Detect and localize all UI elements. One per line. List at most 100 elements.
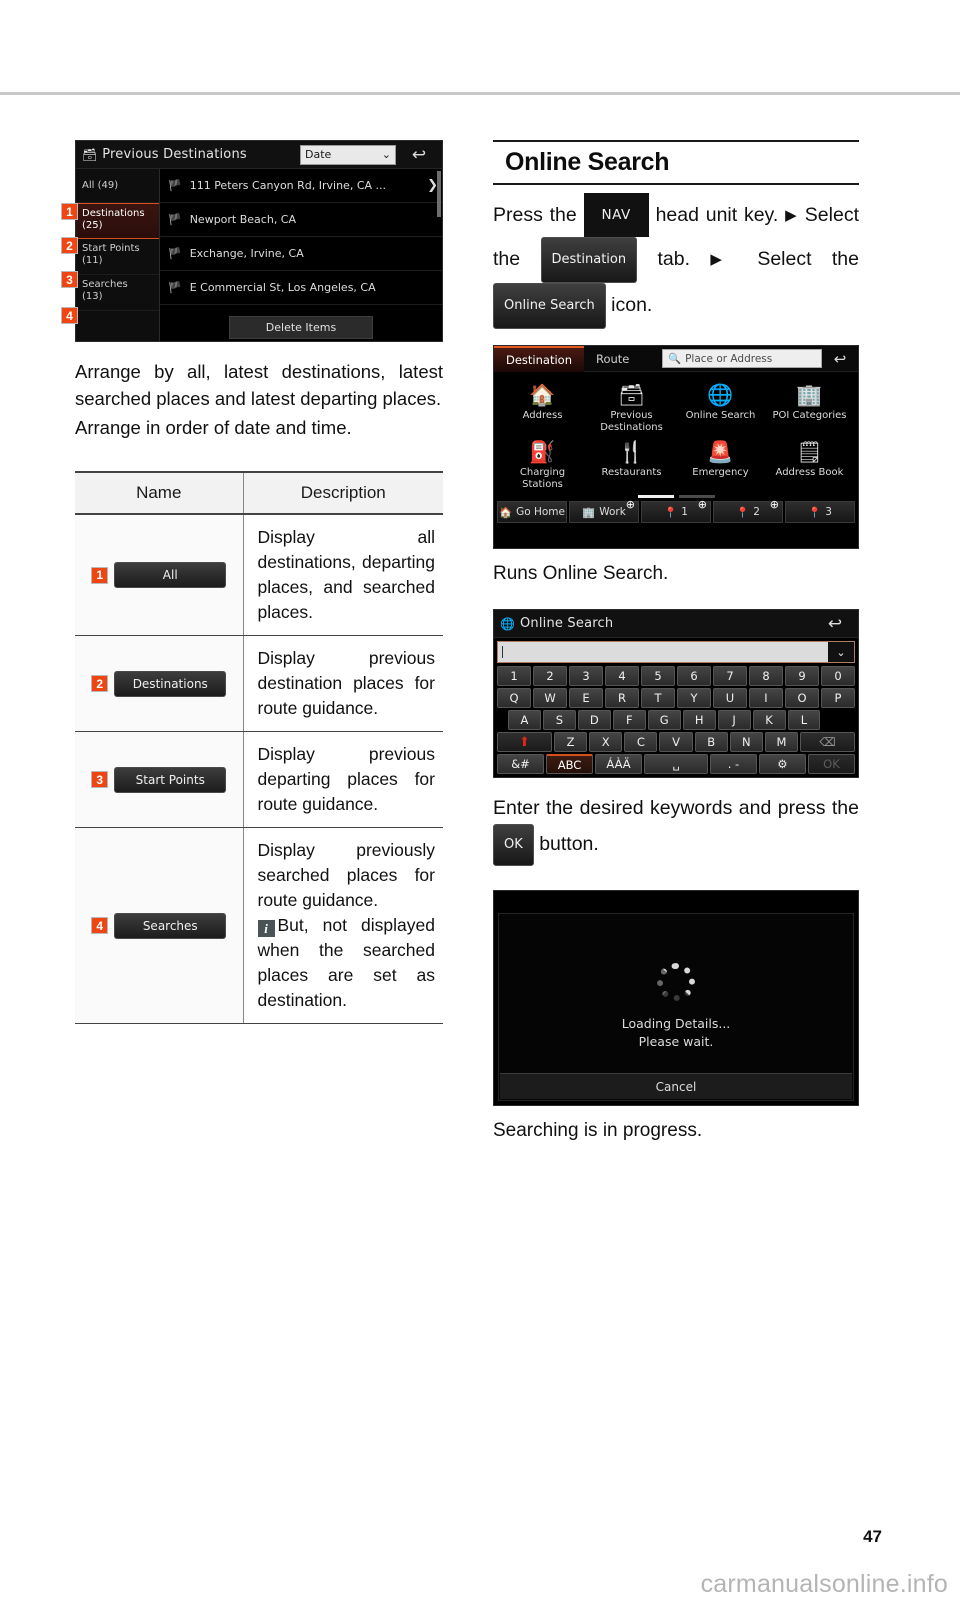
key-9[interactable]: 9 xyxy=(785,666,819,686)
all-button[interactable]: All xyxy=(114,562,227,588)
sidebar-item-searches-label: Searches xyxy=(82,279,128,290)
key-3[interactable]: 3 xyxy=(569,666,603,686)
key-w[interactable]: W xyxy=(533,688,567,708)
shortcut-2[interactable]: 📍 2 ⊕ xyxy=(713,498,783,523)
destination-tab-key[interactable]: Destination xyxy=(540,237,638,283)
key-f[interactable]: F xyxy=(612,710,646,730)
loading-screen: Loading Details... Please wait. Cancel xyxy=(493,890,859,1106)
key-x[interactable]: X xyxy=(589,732,623,752)
key-d[interactable]: D xyxy=(577,710,611,730)
key-accents[interactable]: ÁÀÄ xyxy=(595,754,643,774)
searches-button[interactable]: Searches xyxy=(114,912,227,939)
list-item[interactable]: 🏴 Exchange, Irvine, CA xyxy=(160,237,442,271)
key-s[interactable]: S xyxy=(542,710,576,730)
key-n[interactable]: N xyxy=(729,732,763,752)
menu-item-poi-categories[interactable]: 🏢 POI Categories xyxy=(765,378,854,435)
sort-select[interactable]: Date ⌄ xyxy=(300,144,396,165)
list-item[interactable]: 🏴 111 Peters Canyon Rd, Irvine, CA ... ❯ xyxy=(160,169,442,203)
key-p[interactable]: P xyxy=(821,688,855,708)
key-g[interactable]: G xyxy=(647,710,681,730)
menu-item-emergency[interactable]: 🚨 Emergency xyxy=(676,435,765,492)
back-button[interactable]: ↩ xyxy=(822,350,858,368)
delete-items-button[interactable]: Delete Items xyxy=(160,313,442,341)
table-cell-name: 2 Destinations xyxy=(75,635,244,732)
key-2[interactable]: 2 xyxy=(533,666,567,686)
key-z[interactable]: Z xyxy=(553,732,588,752)
add-icon[interactable]: ⊕ xyxy=(770,498,779,511)
key-k[interactable]: K xyxy=(752,710,786,730)
ok-button[interactable]: OK xyxy=(493,824,534,866)
gear-icon[interactable]: ⚙ xyxy=(758,754,806,774)
key-5[interactable]: 5 xyxy=(641,666,675,686)
online-search-key[interactable]: Online Search xyxy=(493,283,606,329)
tab-route[interactable]: Route xyxy=(584,346,641,372)
key-a[interactable]: A xyxy=(508,710,541,730)
key-0[interactable]: 0 xyxy=(821,666,855,686)
key-m[interactable]: M xyxy=(764,732,799,752)
search-text-input[interactable]: ⌄ xyxy=(497,641,855,663)
key-punctuation[interactable]: . - xyxy=(709,754,757,774)
cancel-button[interactable]: Cancel xyxy=(500,1073,852,1099)
add-icon[interactable]: ⊕ xyxy=(698,498,707,511)
shortcut-1[interactable]: 📍 1 ⊕ xyxy=(641,498,711,523)
key-e[interactable]: E xyxy=(569,688,603,708)
key-abc[interactable]: ABC xyxy=(546,754,594,774)
key-t[interactable]: T xyxy=(641,688,675,708)
key-h[interactable]: H xyxy=(682,710,716,730)
back-button[interactable]: ↩ xyxy=(818,612,852,636)
sidebar-item-start-points[interactable]: Start Points (11) xyxy=(76,239,159,275)
key-o[interactable]: O xyxy=(785,688,819,708)
key-c[interactable]: C xyxy=(624,732,658,752)
menu-item-poi-categories-label: POI Categories xyxy=(772,410,847,421)
shift-up-arrow-icon[interactable]: ⬆ xyxy=(497,732,552,752)
shortcut-go-home[interactable]: 🏠 Go Home xyxy=(497,501,567,523)
menu-item-charging-stations[interactable]: ⛽ Charging Stations xyxy=(498,435,587,492)
menu-item-address[interactable]: 🏠 Address xyxy=(498,378,587,435)
key-ok[interactable]: OK xyxy=(807,754,855,774)
search-input[interactable]: 🔍 Place or Address xyxy=(662,349,822,368)
menu-item-address-book[interactable]: 🗒 Address Book xyxy=(765,435,854,492)
watermark: carmanualsonline.info xyxy=(700,1570,948,1598)
list-item-label: 111 Peters Canyon Rd, Irvine, CA ... xyxy=(189,179,387,192)
list-item[interactable]: 🏴 E Commercial St, Los Angeles, CA xyxy=(160,271,442,305)
shortcut-work[interactable]: 🏢 Work ⊕ xyxy=(569,498,639,523)
key-r[interactable]: R xyxy=(605,688,639,708)
key-v[interactable]: V xyxy=(659,732,693,752)
key-space[interactable]: ␣ xyxy=(644,754,708,774)
key-b[interactable]: B xyxy=(694,732,728,752)
key-y[interactable]: Y xyxy=(677,688,711,708)
key-4[interactable]: 4 xyxy=(605,666,639,686)
back-button[interactable]: ↩ xyxy=(402,143,436,167)
key-u[interactable]: U xyxy=(713,688,747,708)
key-i[interactable]: I xyxy=(749,688,783,708)
shortcut-go-home-label: Go Home xyxy=(516,506,565,518)
destinations-button[interactable]: Destinations xyxy=(114,670,227,697)
tab-destination[interactable]: Destination xyxy=(494,345,584,372)
list-item[interactable]: 🏴 Newport Beach, CA xyxy=(160,203,442,237)
add-icon[interactable]: ⊕ xyxy=(626,498,635,511)
menu-item-previous-destinations[interactable]: 🗃 Previous Destinations xyxy=(587,378,676,435)
shortcut-3[interactable]: 📍 3 xyxy=(785,501,855,523)
key-6[interactable]: 6 xyxy=(677,666,711,686)
sidebar-item-all[interactable]: All (49) xyxy=(76,169,159,203)
key-8[interactable]: 8 xyxy=(749,666,783,686)
sidebar-item-searches[interactable]: Searches (13) xyxy=(76,275,159,311)
key-symbols[interactable]: &# xyxy=(497,754,545,774)
callout-1: 1 xyxy=(91,566,109,584)
start-points-button[interactable]: Start Points xyxy=(114,766,227,793)
sidebar-item-destinations[interactable]: Destinations (25) xyxy=(76,203,159,239)
scrollbar[interactable] xyxy=(437,171,441,217)
section-header: Online Search xyxy=(493,140,859,185)
key-l[interactable]: L xyxy=(787,710,821,730)
menu-item-previous-destinations-label: Previous Destinations xyxy=(600,410,663,433)
nav-key[interactable]: NAV xyxy=(583,193,649,237)
key-7[interactable]: 7 xyxy=(713,666,747,686)
key-q[interactable]: Q xyxy=(497,688,531,708)
chevron-down-icon[interactable]: ⌄ xyxy=(828,642,854,662)
menu-item-online-search[interactable]: 🌐 Online Search xyxy=(676,378,765,435)
chevron-right-icon[interactable]: ❯ xyxy=(423,178,438,193)
menu-item-restaurants[interactable]: 🍴 Restaurants xyxy=(587,435,676,492)
key-1[interactable]: 1 xyxy=(497,666,531,686)
key-j[interactable]: J xyxy=(717,710,751,730)
backspace-icon[interactable]: ⌫ xyxy=(800,732,856,752)
